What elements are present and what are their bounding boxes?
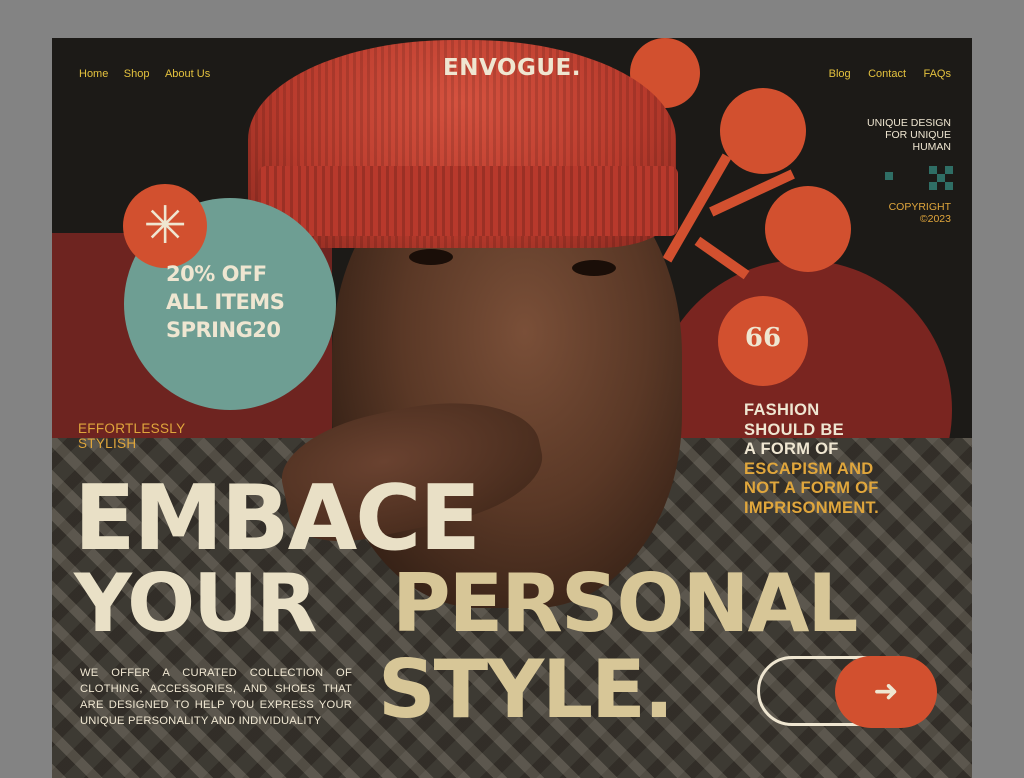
quote-text: FASHION SHOULD BE A FORM OF ESCAPISM AND… — [744, 401, 879, 517]
headline-line-2b: PERSONAL — [392, 557, 858, 650]
tagline: UNIQUE DESIGN FOR UNIQUE HUMAN — [866, 117, 951, 153]
photo-beanie-fold — [258, 166, 678, 236]
cta-arrow-button[interactable]: ➜ — [835, 656, 937, 728]
asterisk-icon: ✳ — [123, 184, 207, 268]
nav-about-link[interactable]: About Us — [165, 68, 210, 80]
promo-text: 20% OFF ALL ITEMS SPRING20 — [166, 262, 285, 342]
nav-contact-link[interactable]: Contact — [868, 68, 906, 80]
nav-right: Blog Contact FAQs — [829, 64, 951, 82]
brand-logo[interactable]: ENVOGUE. — [432, 55, 592, 81]
nav-home-link[interactable]: Home — [79, 68, 108, 80]
photo-eye-right — [572, 260, 616, 276]
nav-left: Home Shop About Us — [79, 64, 210, 82]
copyright: COPYRIGHT ©2023 — [888, 201, 951, 225]
nav-faqs-link[interactable]: FAQs — [923, 68, 951, 80]
description: WE OFFER A CURATED COLLECTION OF CLOTHIN… — [80, 667, 352, 727]
photo-eye-left — [409, 249, 453, 265]
headline-line-3: STYLE. — [378, 643, 674, 736]
pixel-decoration — [885, 166, 955, 190]
nav-shop-link[interactable]: Shop — [124, 68, 150, 80]
subheading: EFFORTLESSLY STYLISH — [78, 421, 186, 451]
arrow-right-icon: ➜ — [873, 674, 899, 709]
headline-line-2a: YOUR — [74, 557, 318, 650]
hero-section: Home Shop About Us ENVOGUE. Blog Contact… — [52, 38, 972, 778]
nav-blog-link[interactable]: Blog — [829, 68, 851, 80]
quote-icon: 66 — [718, 296, 808, 386]
headline-line-1: EMBACE — [74, 466, 481, 571]
